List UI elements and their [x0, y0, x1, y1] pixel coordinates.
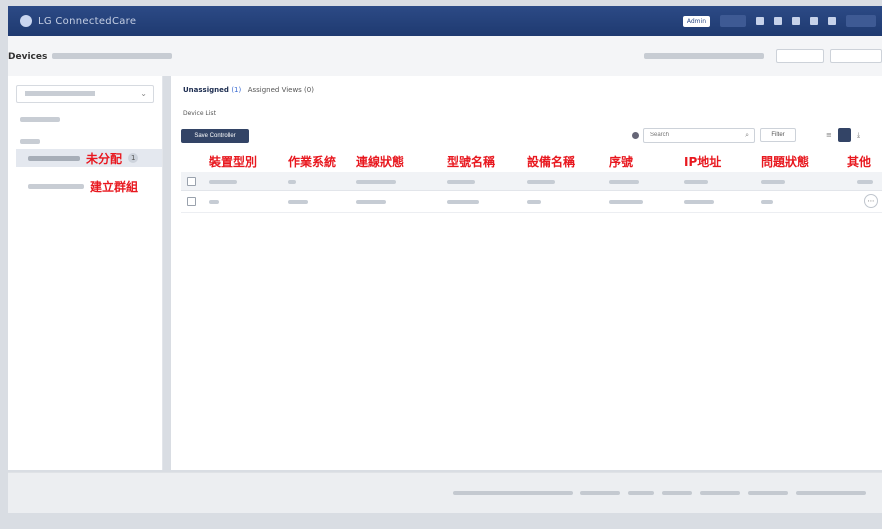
organization-select-value	[25, 91, 95, 96]
footer-link-license[interactable]	[748, 491, 788, 495]
header-issue-status[interactable]	[761, 180, 785, 184]
breadcrumb	[52, 53, 172, 59]
column-model-name: 型號名稱	[447, 155, 496, 169]
unassigned-count-badge: 1	[128, 153, 139, 163]
column-device-name: 設備名稱	[527, 155, 576, 169]
admin-badge[interactable]: Admin	[682, 15, 710, 27]
refresh-select[interactable]	[776, 49, 824, 63]
column-os: 作業系統	[288, 155, 337, 169]
search-input[interactable]	[648, 131, 732, 139]
top-actions: Admin	[682, 15, 876, 27]
create-group-label: 建立群組	[90, 179, 139, 194]
search-box[interactable]: ⌕	[643, 128, 755, 143]
sidebar-item-unassigned[interactable]: 未分配 1	[16, 149, 162, 167]
app-logo[interactable]: LG ConnectedCare	[20, 15, 136, 27]
apps-icon[interactable]	[828, 17, 836, 25]
header-model-name[interactable]	[447, 180, 475, 184]
more-options-icon[interactable]: ⋯	[864, 194, 878, 208]
list-view-icon[interactable]: ≡	[826, 131, 834, 139]
lg-logo-icon	[20, 15, 32, 27]
cell-device-name	[527, 200, 541, 204]
unassigned-count: (1)	[231, 86, 242, 94]
all-devices-item[interactable]	[20, 117, 60, 122]
bell-icon[interactable]	[792, 17, 800, 25]
header-device-name[interactable]	[527, 180, 555, 184]
grid-view-icon[interactable]	[838, 128, 851, 142]
cell-device-type	[209, 200, 219, 204]
cell-serial	[609, 200, 643, 204]
table-header	[181, 172, 882, 191]
cell-model-name	[447, 200, 479, 204]
column-device-type: 裝置型別	[209, 155, 258, 169]
header-ip[interactable]	[684, 180, 708, 184]
device-panel: Unassigned (1) Assigned Views (0) Device…	[171, 76, 882, 470]
unassigned-label: 未分配	[86, 151, 123, 166]
mail-icon[interactable]	[774, 17, 782, 25]
cell-ip	[684, 200, 714, 204]
search-icon[interactable]: ⌕	[745, 131, 749, 140]
last-update-text	[644, 53, 764, 59]
create-group-original-label	[28, 183, 84, 189]
footer-link-privacy[interactable]	[628, 491, 654, 495]
page-title: Devices	[8, 52, 48, 62]
unassigned-original-label	[28, 155, 80, 161]
cell-os	[288, 200, 308, 204]
column-issue-status: 問題狀態	[761, 155, 810, 169]
copyright-text	[453, 491, 573, 495]
group-header	[20, 139, 40, 144]
footer	[8, 472, 882, 513]
select-all-checkbox[interactable]	[187, 177, 196, 186]
cell-connection	[356, 200, 386, 204]
device-list-title: Device List	[183, 110, 216, 117]
column-connection: 連線狀態	[356, 155, 405, 169]
header-connection[interactable]	[356, 180, 396, 184]
page-header: Devices	[8, 36, 882, 76]
chevron-down-icon: ⌄	[140, 89, 147, 98]
column-ip: IP地址	[684, 155, 722, 169]
column-other: 其他	[847, 155, 872, 169]
top-bar: LG ConnectedCare Admin	[8, 6, 882, 36]
sidebar-item-create-group[interactable]: 建立群組	[16, 177, 162, 195]
app-title: LG ConnectedCare	[38, 15, 137, 27]
header-os[interactable]	[288, 180, 296, 184]
filter-button[interactable]: Filter	[760, 128, 796, 142]
header-serial[interactable]	[609, 180, 639, 184]
top-menu-button[interactable]	[720, 15, 746, 27]
unassigned-title: Unassigned	[183, 86, 229, 94]
download-icon[interactable]: ⤓	[857, 131, 865, 139]
account-menu[interactable]	[846, 15, 876, 27]
status-dot-icon	[632, 132, 639, 139]
section-title: Unassigned (1) Assigned Views (0)	[183, 86, 314, 94]
header-device-type[interactable]	[209, 180, 237, 184]
create-controller-button[interactable]: Save Controller	[181, 129, 249, 143]
footer-link-terms[interactable]	[662, 491, 692, 495]
grid-icon[interactable]	[756, 17, 764, 25]
footer-link-policy[interactable]	[700, 491, 740, 495]
organization-select[interactable]: ⌄	[16, 85, 154, 103]
column-serial: 序號	[609, 155, 634, 169]
language-select[interactable]	[580, 491, 620, 495]
row-checkbox[interactable]	[187, 197, 196, 206]
header-other[interactable]	[857, 180, 873, 184]
cell-issue-status	[761, 200, 773, 204]
assigned-views-link[interactable]: Assigned Views (0)	[248, 86, 314, 94]
user-icon[interactable]	[810, 17, 818, 25]
group-sidebar: ⌄ 未分配 1 建立群組	[8, 76, 163, 470]
settings-select[interactable]	[830, 49, 882, 63]
table-row[interactable]: ⋯	[181, 192, 882, 213]
footer-link-support[interactable]	[796, 491, 866, 495]
